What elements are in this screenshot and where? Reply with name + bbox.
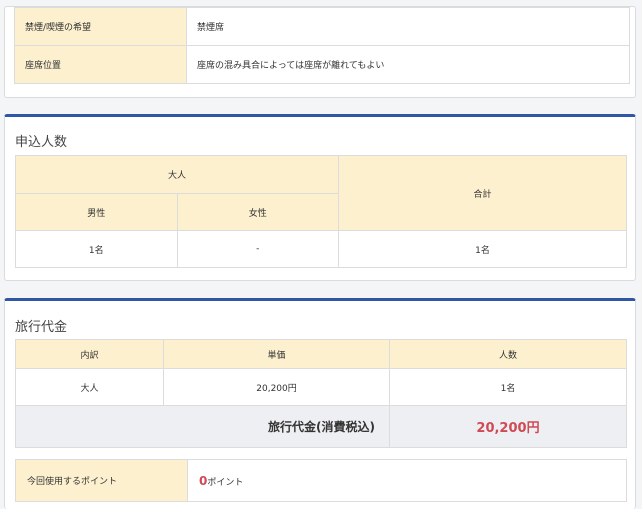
booking-confirmation-page: 禁煙/喫煙の希望 禁煙席 座席位置 座席の混み具合によっては座席が離れてもよい … (0, 0, 642, 509)
price-row-type: 大人 (15, 368, 164, 406)
seat-position-row: 座席位置 座席の混み具合によっては座席が離れてもよい (14, 45, 630, 84)
price-row-unit-price: 20,200円 (163, 368, 390, 406)
female-value: - (176, 230, 339, 268)
price-row-people: 1名 (389, 368, 627, 406)
adult-header: 大人 (15, 155, 339, 194)
price-total-amount: 20,200円 (389, 405, 627, 448)
smoking-row: 禁煙/喫煙の希望 禁煙席 (14, 7, 630, 46)
price-row: 大人 20,200円 1名 (15, 368, 627, 406)
travel-price-title: 旅行代金 (15, 320, 68, 335)
male-value: 1名 (15, 230, 178, 268)
price-total-label: 旅行代金(消費税込) (15, 405, 390, 448)
male-header: 男性 (15, 193, 178, 231)
headcount-panel: 申込人数 大人 合計 男性 女性 1名 - 1名 (4, 114, 636, 281)
seat-preferences-panel: 禁煙/喫煙の希望 禁煙席 座席位置 座席の混み具合によっては座席が離れてもよい (4, 6, 636, 98)
unit-price-header: 単価 (163, 339, 390, 369)
headcount-header-row: 大人 合計 (15, 155, 627, 231)
points-table: 今回使用するポイント 0ポイント (15, 459, 627, 502)
travel-price-panel: 旅行代金 内訳 単価 人数 大人 20,200円 1名 旅行代金(消費税込) 2… (4, 298, 636, 509)
total-value: 1名 (338, 230, 627, 268)
price-table: 内訳 単価 人数 大人 20,200円 1名 旅行代金(消費税込) 20,200… (15, 339, 627, 448)
headcount-title: 申込人数 (15, 135, 68, 150)
breakdown-header: 内訳 (15, 339, 164, 369)
points-label: 今回使用するポイント (15, 459, 188, 502)
seat-preferences-table: 禁煙/喫煙の希望 禁煙席 座席位置 座席の混み具合によっては座席が離れてもよい (14, 7, 630, 84)
points-value-cell: 0ポイント (187, 459, 627, 502)
headcount-value-row: 1名 - 1名 (15, 230, 627, 268)
female-header: 女性 (176, 193, 339, 231)
smoking-label: 禁煙/喫煙の希望 (14, 7, 187, 46)
headcount-table: 大人 合計 男性 女性 1名 - 1名 (15, 155, 627, 268)
points-row: 今回使用するポイント 0ポイント (15, 459, 627, 502)
points-unit: ポイント (207, 477, 244, 488)
smoking-value: 禁煙席 (186, 7, 630, 46)
price-total-row: 旅行代金(消費税込) 20,200円 (15, 405, 627, 448)
total-header: 合計 (338, 155, 627, 231)
people-header: 人数 (389, 339, 627, 369)
seat-position-value: 座席の混み具合によっては座席が離れてもよい (186, 45, 630, 84)
seat-position-label: 座席位置 (14, 45, 187, 84)
price-header-row: 内訳 単価 人数 (15, 339, 627, 369)
